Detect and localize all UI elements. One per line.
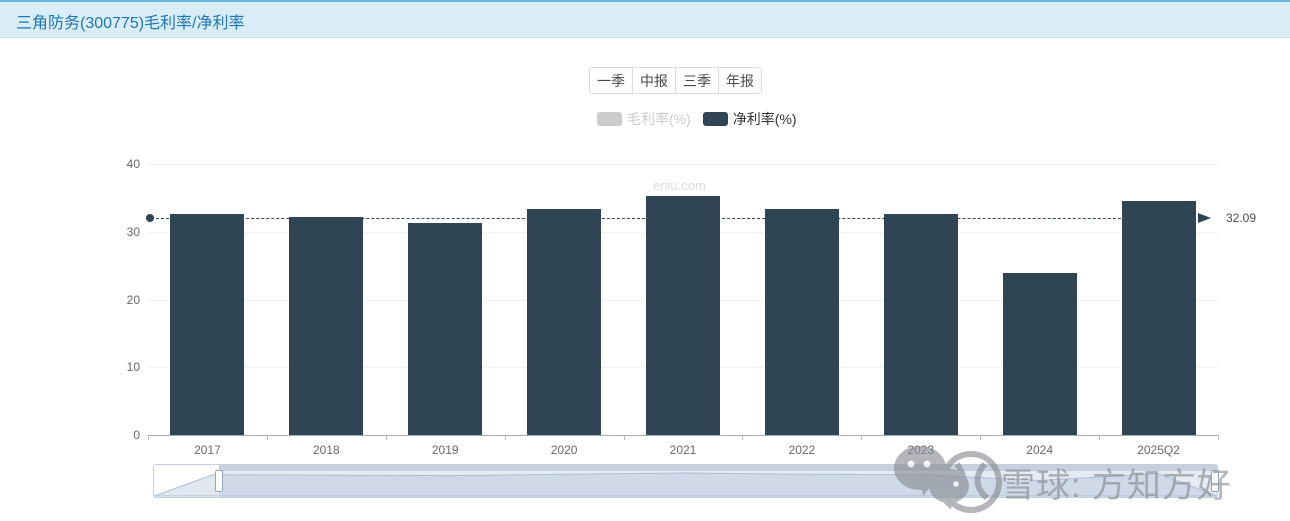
markline-value-label: 32.09 bbox=[1226, 211, 1256, 225]
x-axis-tick bbox=[861, 435, 862, 440]
x-axis-tick bbox=[624, 435, 625, 440]
x-axis-tick-label: 2022 bbox=[762, 443, 842, 457]
eniu-watermark: eniu.com bbox=[653, 178, 706, 193]
y-axis-tick-label: 30 bbox=[110, 225, 140, 239]
x-axis-tick-label: 2019 bbox=[405, 443, 485, 457]
x-axis-tick-label: 2025Q2 bbox=[1119, 443, 1199, 457]
y-axis-tick-label: 40 bbox=[110, 157, 140, 171]
markline-arrow-icon bbox=[1198, 213, 1211, 223]
y-axis-tick-label: 0 bbox=[110, 428, 140, 442]
markline-start-dot bbox=[146, 214, 154, 222]
x-axis-tick-label: 2023 bbox=[881, 443, 961, 457]
bar-chart: eniu.com 0 10 20 30 40 2017 2018 2019 2020 2021 20… bbox=[0, 0, 1290, 521]
x-axis-line bbox=[148, 435, 1218, 436]
y-axis-tick-label: 20 bbox=[110, 293, 140, 307]
average-markline bbox=[156, 218, 1196, 219]
datazoom-top-strip bbox=[219, 465, 1217, 471]
margin-chart-page: 三角防务(300775)毛利率/净利率 一季 中报 三季 年报 毛利率(%) 净… bbox=[0, 0, 1290, 521]
x-axis-tick bbox=[148, 435, 149, 440]
gridline bbox=[148, 164, 1218, 165]
x-axis-tick bbox=[1218, 435, 1219, 440]
x-axis-tick-label: 2021 bbox=[643, 443, 723, 457]
datazoom-slider[interactable] bbox=[153, 464, 1218, 498]
net-margin-bar[interactable] bbox=[884, 214, 958, 435]
net-margin-bar[interactable] bbox=[170, 214, 244, 435]
datazoom-left-handle[interactable] bbox=[215, 470, 223, 492]
x-axis-tick bbox=[505, 435, 506, 440]
x-axis-tick bbox=[742, 435, 743, 440]
x-axis-tick-label: 2024 bbox=[1000, 443, 1080, 457]
x-axis-tick bbox=[980, 435, 981, 440]
net-margin-bar[interactable] bbox=[289, 217, 363, 435]
x-axis-tick bbox=[1099, 435, 1100, 440]
net-margin-bar[interactable] bbox=[408, 223, 482, 435]
net-margin-bar[interactable] bbox=[527, 209, 601, 435]
net-margin-bar[interactable] bbox=[765, 209, 839, 435]
net-margin-bar[interactable] bbox=[1122, 201, 1196, 435]
x-axis-tick bbox=[267, 435, 268, 440]
x-axis-tick-label: 2018 bbox=[286, 443, 366, 457]
net-margin-bar[interactable] bbox=[1003, 273, 1077, 435]
x-axis-tick-label: 2017 bbox=[167, 443, 247, 457]
x-axis-tick-label: 2020 bbox=[524, 443, 604, 457]
x-axis-tick bbox=[386, 435, 387, 440]
y-axis-tick-label: 10 bbox=[110, 360, 140, 374]
net-margin-bar[interactable] bbox=[646, 196, 720, 435]
datazoom-right-handle[interactable] bbox=[1211, 470, 1219, 492]
